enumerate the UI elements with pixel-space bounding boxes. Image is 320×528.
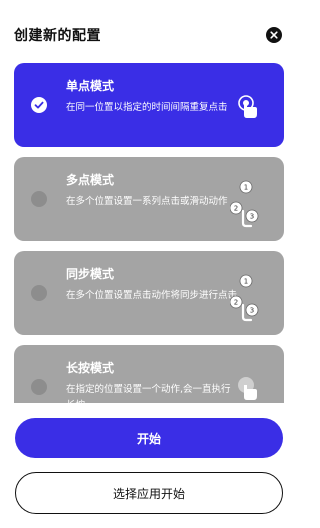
mode-description: 在多个位置设置点击动作将同步进行点击 [66, 290, 238, 301]
svg-text:1: 1 [244, 184, 248, 192]
mode-radio[interactable] [31, 285, 47, 301]
mode-list[interactable]: 单点模式 在同一位置以指定的时间间隔重复点击 多点模式 在多个位置设置一系列点击… [14, 63, 284, 403]
mode-card-sync[interactable]: 同步模式 在多个位置设置点击动作将同步进行点击 1 2 3 [14, 251, 284, 335]
svg-text:1: 1 [244, 278, 248, 286]
multi-tap-icon: 1 2 3 [230, 180, 259, 228]
close-button[interactable] [266, 27, 282, 43]
start-button[interactable]: 开始 [15, 418, 283, 458]
svg-text:2: 2 [234, 299, 238, 307]
mode-card-single[interactable]: 单点模式 在同一位置以指定的时间间隔重复点击 [14, 63, 284, 147]
mode-card-long-press[interactable]: 长按模式 在指定的位置设置一个动作,会一直执行长按 [14, 345, 284, 403]
check-icon [34, 101, 44, 109]
mode-name: 多点模式 [66, 173, 115, 187]
svg-text:3: 3 [250, 213, 254, 221]
dialog-header: 创建新的配置 [0, 0, 299, 58]
mode-description: 在多个位置设置一系列点击或滑动动作 [66, 196, 228, 207]
mode-name: 长按模式 [66, 361, 115, 375]
sync-tap-icon: 1 2 3 [230, 274, 259, 322]
mode-radio[interactable] [31, 379, 47, 395]
mode-name: 单点模式 [66, 79, 115, 93]
mode-description: 在指定的位置设置一个动作,会一直执行长按 [66, 384, 231, 403]
mode-name: 同步模式 [66, 267, 115, 281]
mode-description: 在同一位置以指定的时间间隔重复点击 [66, 102, 228, 113]
single-tap-icon [238, 95, 257, 118]
dialog-title: 创建新的配置 [14, 28, 101, 44]
mode-radio-selected[interactable] [31, 97, 47, 113]
svg-text:3: 3 [250, 307, 254, 315]
close-icon [270, 31, 278, 39]
long-press-icon [238, 377, 257, 400]
mode-radio[interactable] [31, 191, 47, 207]
choose-app-start-button[interactable]: 选择应用开始 [15, 472, 283, 514]
mode-card-multi[interactable]: 多点模式 在多个位置设置一系列点击或滑动动作 1 2 3 [14, 157, 284, 241]
svg-text:2: 2 [234, 205, 238, 213]
